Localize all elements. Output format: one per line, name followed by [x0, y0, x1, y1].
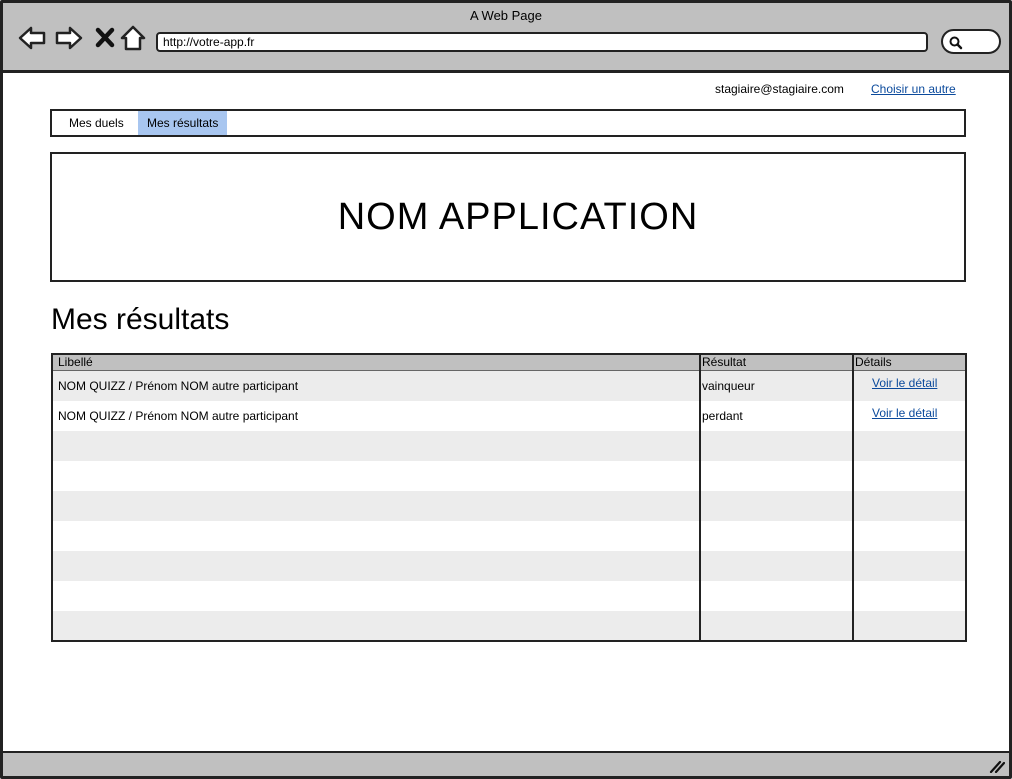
column-header-resultat: Résultat	[702, 355, 747, 369]
results-table: Libellé Résultat Détails NOM QUIZZ / Pré…	[51, 353, 967, 642]
cell-resultat: perdant	[702, 409, 743, 423]
empty-row	[53, 431, 965, 461]
home-icon[interactable]	[119, 23, 149, 53]
tab-mes-duels[interactable]: Mes duels	[60, 111, 133, 135]
user-email: stagiaire@stagiaire.com	[715, 82, 844, 96]
back-arrow-icon[interactable]	[17, 23, 47, 53]
table-row: NOM QUIZZ / Prénom NOM autre participant…	[53, 401, 965, 431]
column-divider	[699, 355, 701, 640]
empty-row	[53, 521, 965, 551]
search-icon	[949, 36, 963, 50]
tab-bar: Mes duels Mes résultats	[50, 109, 966, 137]
browser-toolbar: A Web Page http://votre-app.fr	[3, 3, 1009, 73]
empty-row	[53, 461, 965, 491]
url-field[interactable]: http://votre-app.fr	[156, 32, 928, 52]
column-header-details: Détails	[855, 355, 892, 369]
app-name: NOM APPLICATION	[337, 195, 699, 238]
tab-mes-resultats[interactable]: Mes résultats	[138, 111, 228, 135]
choose-other-link[interactable]: Choisir un autre	[871, 82, 956, 96]
browser-window: A Web Page http://votre-app.fr stagiaire…	[0, 0, 1012, 779]
forward-arrow-icon[interactable]	[54, 23, 84, 53]
window-title: A Web Page	[469, 8, 543, 23]
table-header: Libellé Résultat Détails	[53, 355, 965, 371]
page-title: Mes résultats	[51, 303, 230, 336]
voir-detail-link[interactable]: Voir le détail	[872, 401, 937, 425]
voir-detail-link[interactable]: Voir le détail	[872, 371, 937, 395]
resize-handle-icon[interactable]	[989, 759, 1005, 773]
cell-libelle: NOM QUIZZ / Prénom NOM autre participant	[58, 379, 299, 393]
table-row: NOM QUIZZ / Prénom NOM autre participant…	[53, 371, 965, 401]
cell-libelle: NOM QUIZZ / Prénom NOM autre participant	[58, 409, 299, 423]
search-button[interactable]	[941, 29, 1001, 54]
column-header-libelle: Libellé	[58, 355, 93, 369]
empty-row	[53, 611, 965, 640]
cell-resultat: vainqueur	[702, 379, 755, 393]
column-divider	[852, 355, 854, 640]
status-bar	[3, 751, 1009, 776]
app-banner: NOM APPLICATION	[50, 152, 966, 282]
empty-row	[53, 581, 965, 611]
empty-row	[53, 551, 965, 581]
close-icon[interactable]	[91, 23, 121, 53]
empty-row	[53, 491, 965, 521]
